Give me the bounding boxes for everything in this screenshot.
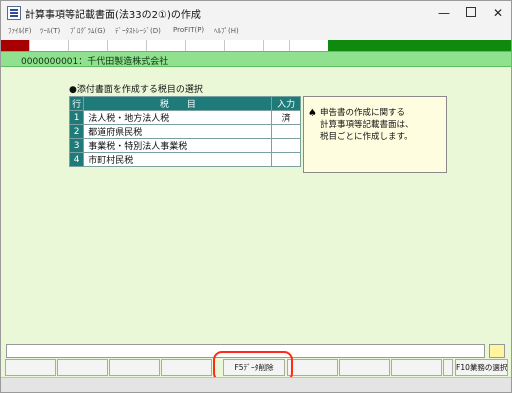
bottom-status-bar <box>1 377 511 392</box>
status-cell <box>146 40 185 51</box>
function-key-f3[interactable] <box>109 359 160 376</box>
menu-bar: ﾌｧｲﾙ(F) ﾂｰﾙ(T) ﾌﾟﾛｸﾞﾗﾑ(G) ﾃﾞｰﾀｽﾄﾚｰｼﾞ(D) … <box>1 25 511 40</box>
menu-file[interactable]: ﾌｧｲﾙ(F) <box>8 26 32 36</box>
close-button[interactable]: ✕ <box>487 4 509 22</box>
maximize-icon <box>466 7 476 17</box>
row-number: 3 <box>68 138 85 153</box>
function-key-f6[interactable] <box>287 359 338 376</box>
spade-icon: ♠ <box>308 108 317 119</box>
function-key-f9[interactable] <box>443 359 453 376</box>
tax-item-name[interactable]: 市町村民税 <box>83 152 273 167</box>
table-row[interactable]: 1 法人税・地方法人税 済 <box>68 110 301 125</box>
row-number: 1 <box>68 110 85 125</box>
info-note-box: ♠ 申告書の作成に関する 計算事項等記載書面は、 税目ごとに作成します。 <box>303 96 447 173</box>
menu-help[interactable]: ﾍﾙﾌﾟ(H) <box>214 26 239 36</box>
input-status: 済 <box>271 110 301 125</box>
tax-item-name[interactable]: 事業税・特別法人事業税 <box>83 138 273 153</box>
select-task-button[interactable]: F10業務の選択 <box>455 359 508 376</box>
function-key-f1[interactable] <box>5 359 56 376</box>
function-key-f4[interactable] <box>161 359 212 376</box>
status-indicator-red <box>1 40 29 51</box>
function-key-f8[interactable] <box>391 359 442 376</box>
input-status <box>271 152 301 167</box>
status-cell <box>224 40 263 51</box>
tax-item-name[interactable]: 法人税・地方法人税 <box>83 110 273 125</box>
app-icon <box>7 6 21 20</box>
tax-item-name[interactable]: 都道府県民税 <box>83 124 273 139</box>
status-indicator-green <box>328 40 511 51</box>
info-line: 税目ごとに作成します。 <box>320 132 413 142</box>
section-title: ●添付書面を作成する税目の選択 <box>69 85 203 95</box>
window-title: 計算事項等記載書面(法33の2①)の作成 <box>25 10 201 21</box>
row-number: 4 <box>68 152 85 167</box>
tax-item-table: 行 税 目 入力 1 法人税・地方法人税 済 2 都道府県民税 3 事業税・特別… <box>68 96 301 167</box>
table-header-row: 行 税 目 入力 <box>68 96 301 111</box>
function-key-f2[interactable] <box>57 359 108 376</box>
status-color-bar <box>1 40 511 51</box>
company-bar: 0000000001：千代田製造株式会社 <box>1 51 511 67</box>
row-number: 2 <box>68 124 85 139</box>
status-cell <box>68 40 107 51</box>
header-row-number: 行 <box>68 96 85 111</box>
table-row[interactable]: 3 事業税・特別法人事業税 <box>68 138 301 153</box>
client-area: 0000000001：千代田製造株式会社 ●添付書面を作成する税目の選択 行 税… <box>1 51 511 392</box>
header-input: 入力 <box>271 96 301 111</box>
header-tax-item: 税 目 <box>83 96 273 111</box>
status-cell <box>29 40 68 51</box>
minimize-button[interactable]: — <box>433 4 455 22</box>
table-row[interactable]: 2 都道府県民税 <box>68 124 301 139</box>
info-line: 申告書の作成に関する <box>320 108 406 118</box>
info-line: 計算事項等記載書面は、 <box>320 120 414 130</box>
status-cell <box>107 40 146 51</box>
menu-data-storage[interactable]: ﾃﾞｰﾀｽﾄﾚｰｼﾞ(D) <box>115 26 161 36</box>
maximize-button[interactable] <box>460 4 482 22</box>
input-status <box>271 124 301 139</box>
message-indicator <box>489 344 505 358</box>
status-cell <box>185 40 224 51</box>
title-bar[interactable]: 計算事項等記載書面(法33の2①)の作成 — ✕ <box>1 1 511 25</box>
company-label: 0000000001：千代田製造株式会社 <box>21 57 169 67</box>
input-status <box>271 138 301 153</box>
menu-profit[interactable]: ProFIT(P) <box>173 26 204 34</box>
app-window: 計算事項等記載書面(法33の2①)の作成 — ✕ ﾌｧｲﾙ(F) ﾂｰﾙ(T) … <box>0 0 512 393</box>
table-row[interactable]: 4 市町村民税 <box>68 152 301 167</box>
status-cell <box>289 40 328 51</box>
function-key-f7[interactable] <box>339 359 390 376</box>
menu-program[interactable]: ﾌﾟﾛｸﾞﾗﾑ(G) <box>70 26 105 36</box>
menu-tools[interactable]: ﾂｰﾙ(T) <box>40 26 60 36</box>
